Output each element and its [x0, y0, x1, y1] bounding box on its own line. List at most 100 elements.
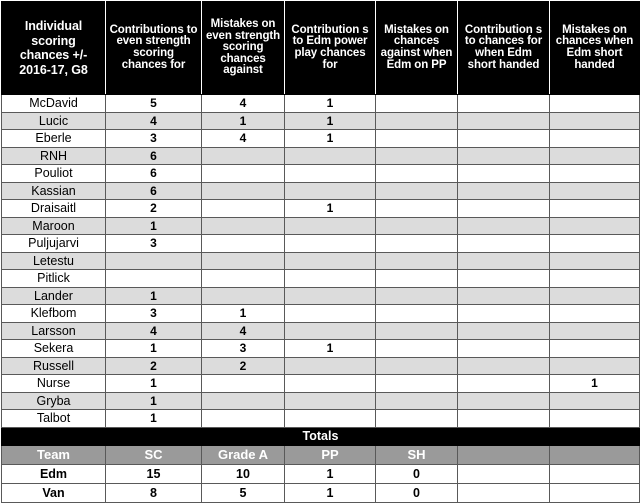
cell-sh-for	[457, 391, 550, 410]
cell-pp-against	[375, 234, 458, 253]
totals-header-pp: PP	[284, 444, 376, 465]
cell-pp-against	[375, 146, 458, 165]
cell-es-against: 1	[201, 304, 285, 323]
table-row: Kassian 6	[1, 181, 640, 200]
cell-sh-for	[457, 199, 550, 218]
cell-pp-against	[375, 409, 458, 428]
cell-sh-for	[457, 339, 550, 358]
cell-sh-for	[457, 356, 550, 375]
cell-sh-against	[549, 181, 640, 200]
cell-sh-for	[457, 374, 550, 393]
cell-sh-for	[457, 286, 550, 305]
cell-pp-for: 1	[284, 199, 376, 218]
cell-es-against	[201, 391, 285, 410]
totals-cell-pp: 1	[284, 463, 376, 484]
totals-band-label: Totals	[1, 426, 640, 446]
cell-pp-for	[284, 234, 376, 253]
cell-es-for: 4	[105, 321, 202, 340]
cell-es-for: 1	[105, 339, 202, 358]
cell-player-name: Kassian	[1, 181, 106, 200]
totals-row: Edm 15 10 1 0	[1, 463, 640, 484]
cell-pp-for	[284, 391, 376, 410]
cell-sh-for	[457, 251, 550, 270]
totals-header-sh: SH	[375, 444, 458, 465]
cell-player-name: Sekera	[1, 339, 106, 358]
table-row: Gryba 1	[1, 391, 640, 410]
totals-cell-grade-a: 10	[201, 463, 285, 484]
column-header-pp-mistakes-against: Mistakes on chances against when Edm on …	[375, 1, 458, 95]
cell-sh-against	[549, 321, 640, 340]
totals-header-grade-a: Grade A	[201, 444, 285, 465]
cell-player-name: Letestu	[1, 251, 106, 270]
cell-sh-for	[457, 111, 550, 130]
cell-player-name: Lander	[1, 286, 106, 305]
cell-es-for: 5	[105, 94, 202, 113]
totals-header-sc: SC	[105, 444, 202, 465]
column-header-player: Individual scoring chances +/- 2016-17, …	[1, 1, 106, 95]
cell-player-name: Pouliot	[1, 164, 106, 183]
totals-header-blank-1	[457, 444, 550, 465]
table-body: McDavid 5 4 1 Lucic 4 1 1 Eberle 3 4 1 R…	[1, 94, 640, 503]
totals-cell-blank-1	[457, 482, 550, 503]
cell-pp-against	[375, 286, 458, 305]
cell-pp-against	[375, 321, 458, 340]
cell-sh-against	[549, 251, 640, 270]
cell-player-name: Draisaitl	[1, 199, 106, 218]
cell-pp-for	[284, 409, 376, 428]
cell-pp-against	[375, 251, 458, 270]
cell-sh-against	[549, 129, 640, 148]
totals-cell-sc: 8	[105, 482, 202, 503]
table-row: Pouliot 6	[1, 164, 640, 183]
cell-sh-against	[549, 356, 640, 375]
table-row: Letestu	[1, 251, 640, 270]
cell-pp-for	[284, 304, 376, 323]
cell-es-for: 1	[105, 286, 202, 305]
cell-es-against	[201, 164, 285, 183]
cell-pp-for	[284, 286, 376, 305]
scoring-chances-table-sheet: Individual scoring chances +/- 2016-17, …	[0, 1, 640, 503]
cell-sh-for	[457, 234, 550, 253]
cell-player-name: Russell	[1, 356, 106, 375]
table-row: Lucic 4 1 1	[1, 111, 640, 130]
cell-pp-against	[375, 391, 458, 410]
cell-player-name: Gryba	[1, 391, 106, 410]
cell-es-against: 3	[201, 339, 285, 358]
table-row: McDavid 5 4 1	[1, 94, 640, 113]
cell-sh-for	[457, 146, 550, 165]
cell-pp-against	[375, 129, 458, 148]
cell-pp-against	[375, 164, 458, 183]
cell-es-against	[201, 199, 285, 218]
totals-cell-team: Edm	[1, 463, 106, 484]
totals-cell-team: Van	[1, 482, 106, 503]
totals-cell-blank-2	[549, 463, 640, 484]
cell-pp-against	[375, 94, 458, 113]
cell-sh-for	[457, 216, 550, 235]
column-header-sh-contributions-for: Contribution s to chances for when Edm s…	[457, 1, 550, 95]
cell-es-against	[201, 251, 285, 270]
cell-sh-against	[549, 304, 640, 323]
cell-es-for: 4	[105, 111, 202, 130]
cell-es-against	[201, 234, 285, 253]
cell-sh-against	[549, 339, 640, 358]
cell-sh-against	[549, 234, 640, 253]
cell-sh-for	[457, 94, 550, 113]
cell-es-for: 6	[105, 181, 202, 200]
cell-player-name: Nurse	[1, 374, 106, 393]
totals-cell-sc: 15	[105, 463, 202, 484]
cell-sh-against	[549, 199, 640, 218]
totals-row: Van 8 5 1 0	[1, 482, 640, 503]
cell-sh-against: 1	[549, 374, 640, 393]
cell-pp-against	[375, 199, 458, 218]
cell-pp-against	[375, 356, 458, 375]
cell-pp-for	[284, 146, 376, 165]
totals-header-team: Team	[1, 444, 106, 465]
cell-es-for: 3	[105, 304, 202, 323]
cell-es-for	[105, 251, 202, 270]
column-header-pp-contributions-for: Contribution s to Edm power play chances…	[284, 1, 376, 95]
cell-es-against	[201, 181, 285, 200]
cell-pp-for	[284, 181, 376, 200]
table-row: Talbot 1	[1, 409, 640, 428]
cell-es-for: 6	[105, 146, 202, 165]
cell-es-against: 4	[201, 129, 285, 148]
cell-sh-against	[549, 94, 640, 113]
